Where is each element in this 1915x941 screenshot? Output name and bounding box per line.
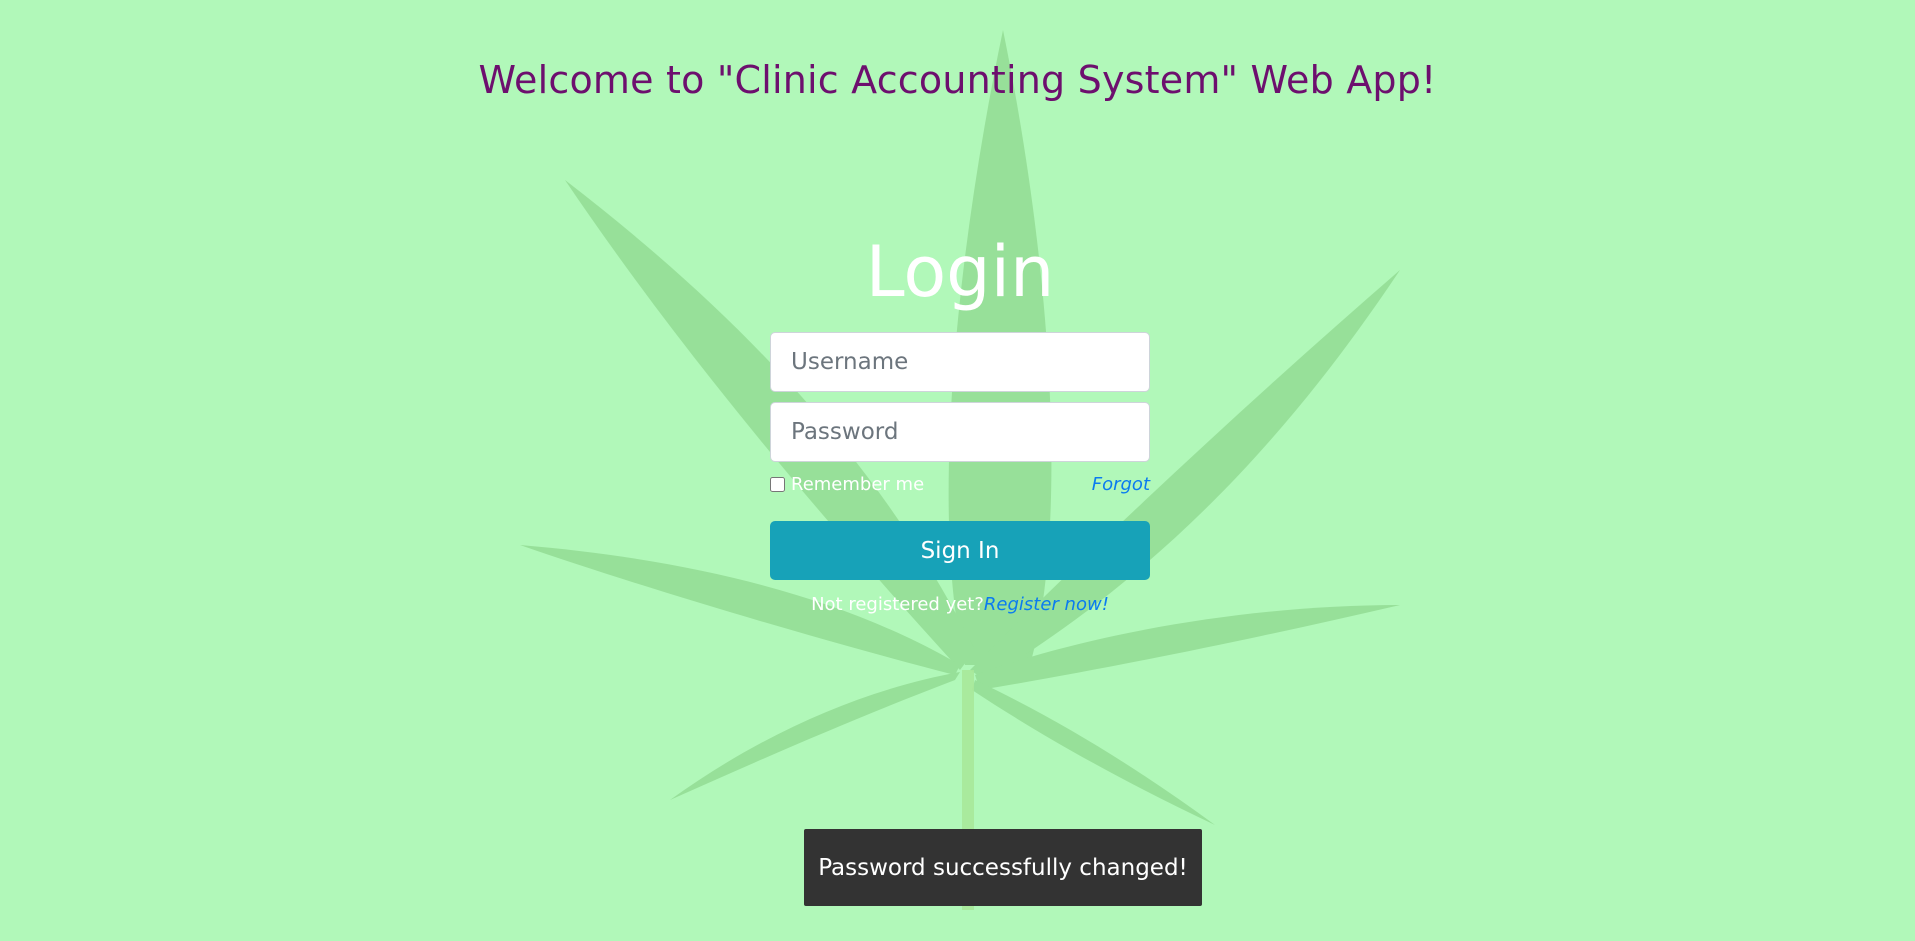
login-title: Login (865, 231, 1055, 313)
toast-message: Password successfully changed! (818, 854, 1188, 881)
register-now-link[interactable]: Register now! (984, 594, 1109, 615)
password-input[interactable] (770, 402, 1150, 462)
login-page: Welcome to "Clinic Accounting System" We… (0, 0, 1915, 941)
username-input[interactable] (770, 332, 1150, 392)
cannabis-leaf-icon (520, 30, 1400, 910)
remember-me-checkbox[interactable] (770, 477, 785, 492)
register-prompt: Not registered yet? (811, 594, 984, 615)
sign-in-button[interactable]: Sign In (770, 521, 1150, 580)
remember-row: Remember me Forgot (770, 472, 1150, 498)
forgot-password-link[interactable]: Forgot (1092, 474, 1150, 495)
toast-notification: Password successfully changed! (804, 829, 1202, 906)
remember-me-label[interactable]: Remember me (791, 474, 924, 495)
register-row: Not registered yet?Register now! (770, 594, 1150, 615)
welcome-title: Welcome to "Clinic Accounting System" We… (478, 58, 1437, 102)
